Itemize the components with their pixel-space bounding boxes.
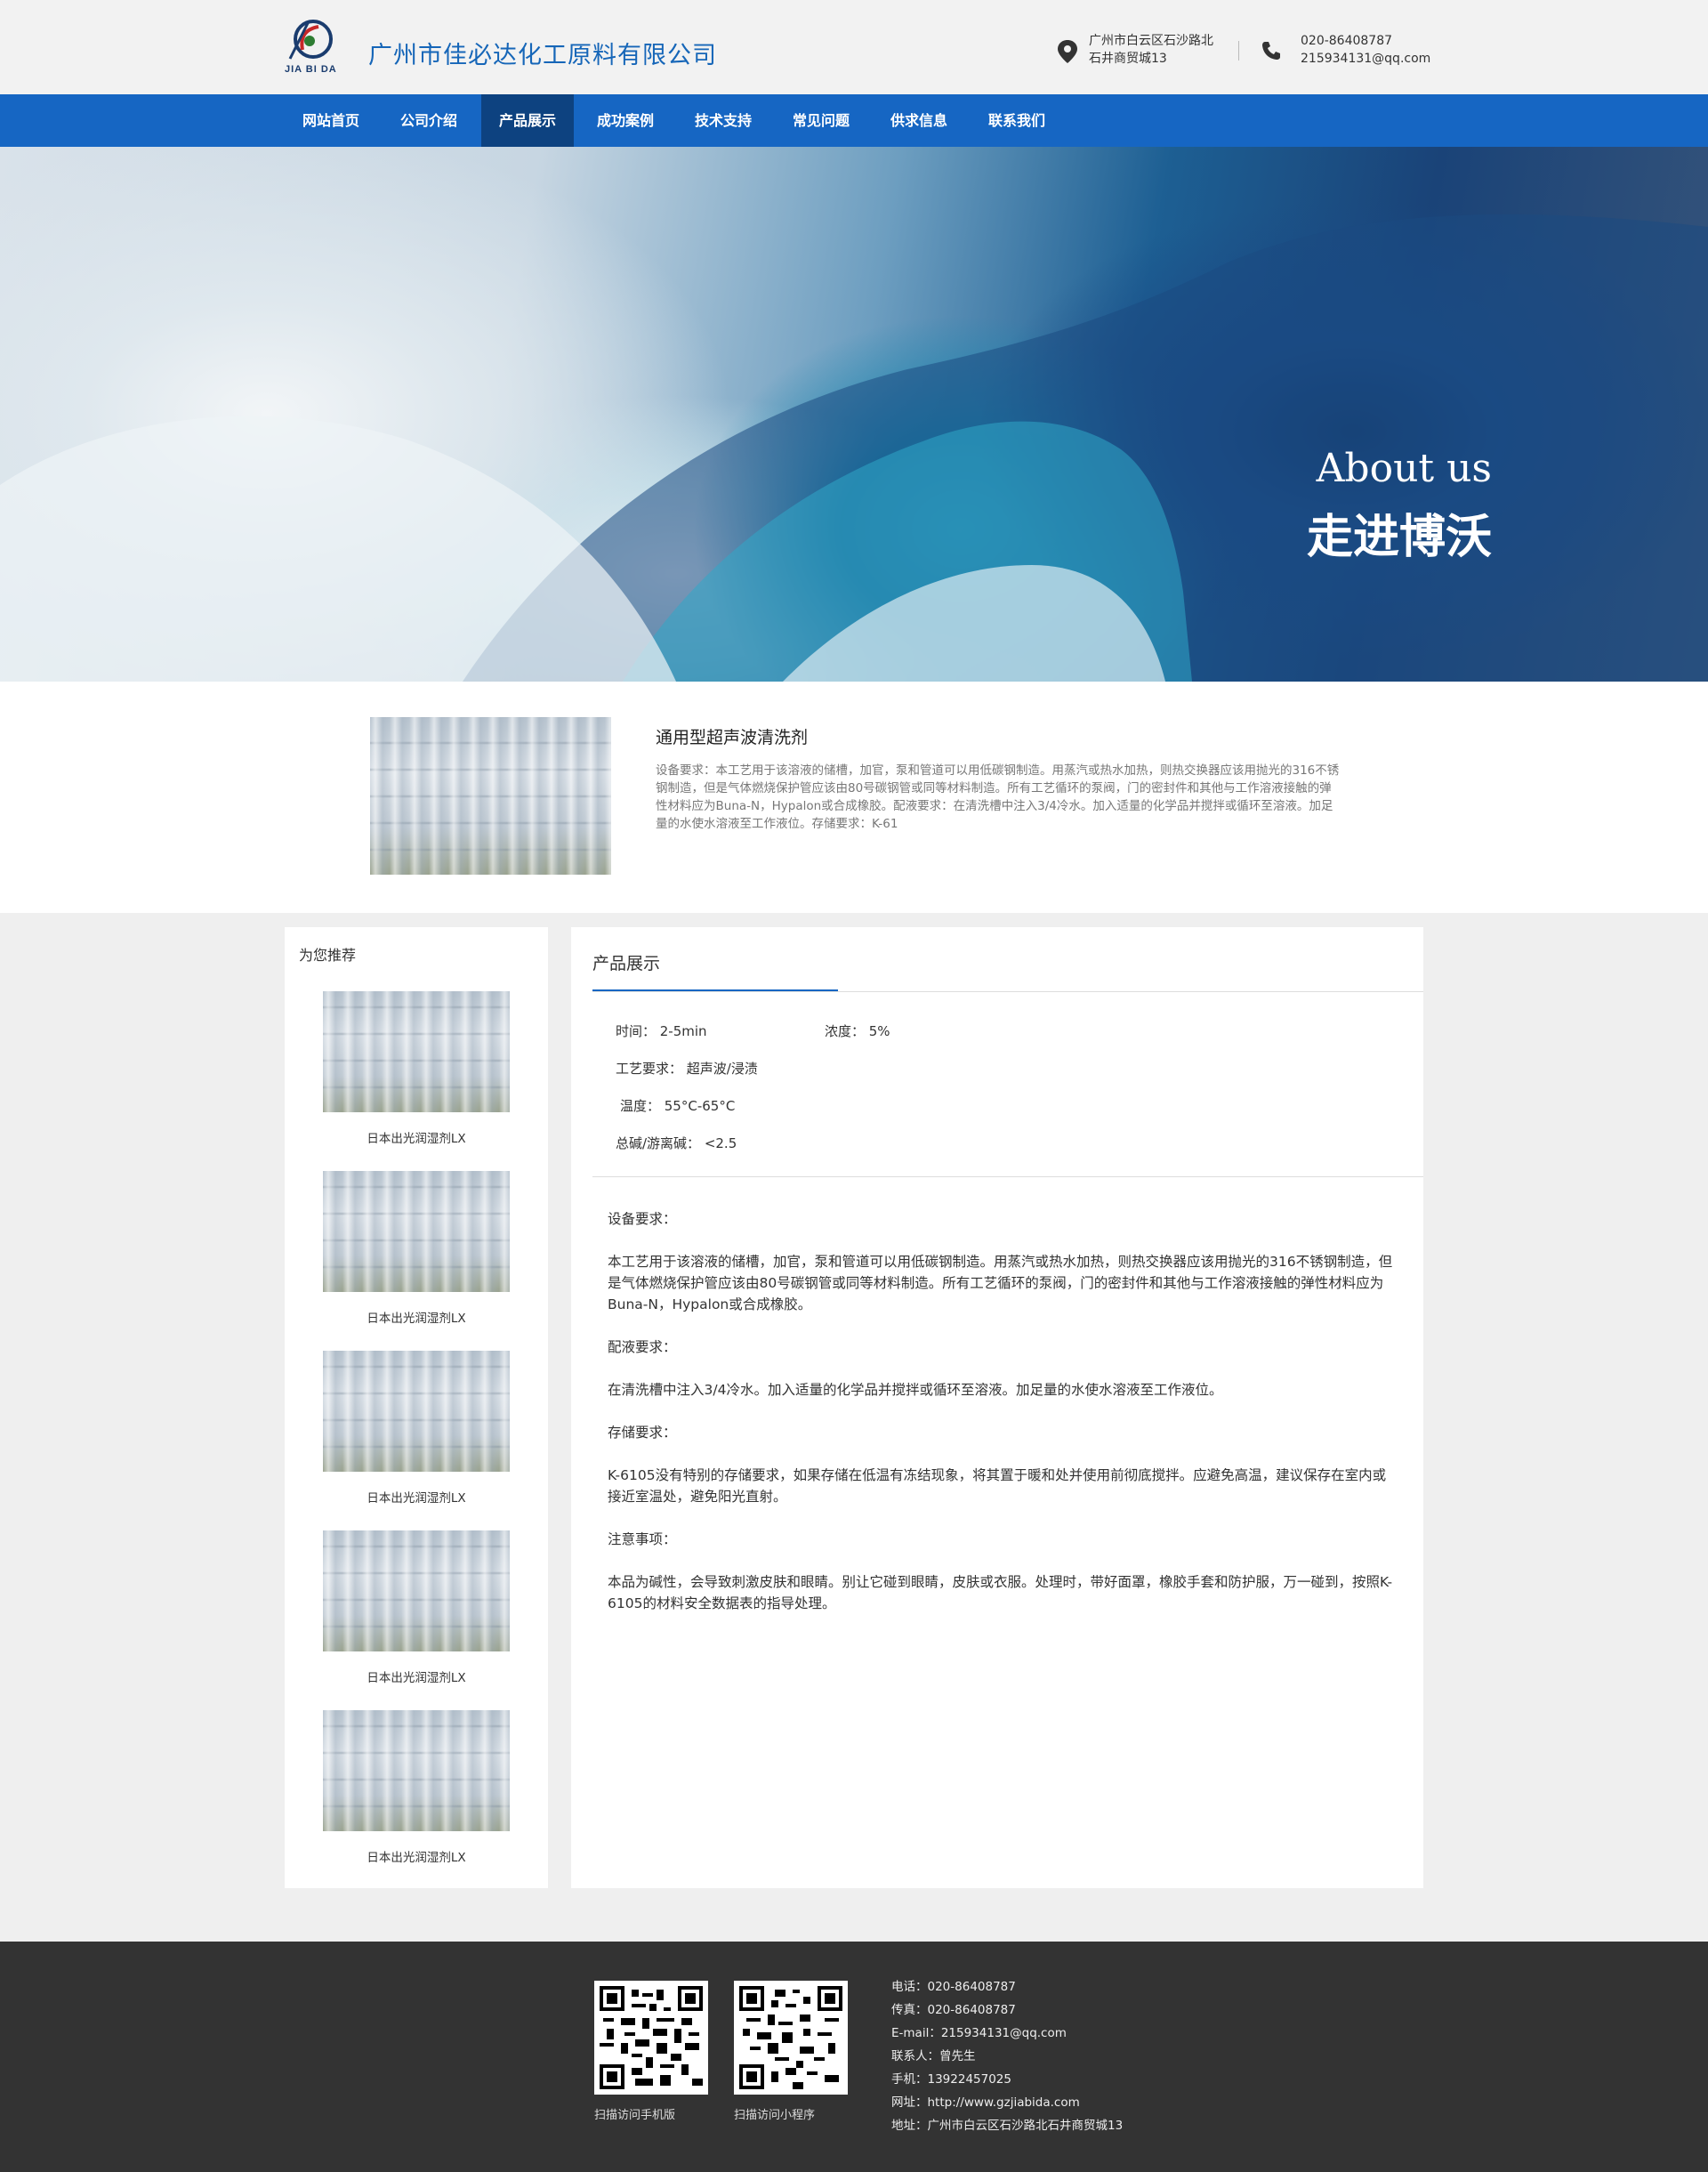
recommend-item-label[interactable]: 日本出光润湿剂LX xyxy=(323,1128,510,1146)
product-description: 设备要求：本工艺用于该溶液的储槽，加官，泵和管道可以用低碳钢制造。用蒸汽或热水加… xyxy=(656,763,1340,831)
section-body: 在清洗槽中注入3/4冷水。加入适量的化学品并搅拌或循环至溶液。加足量的水使水溶液… xyxy=(608,1382,1223,1398)
divider xyxy=(592,991,1423,992)
product-title: 通用型超声波清洗剂 xyxy=(656,728,809,747)
footer-website[interactable]: 网址：http://www.gzjiabida.com xyxy=(891,2091,1123,2114)
recommend-item-image[interactable] xyxy=(323,1710,510,1831)
recommend-item-image[interactable] xyxy=(323,991,510,1112)
nav-contact[interactable]: 联系我们 xyxy=(971,94,1063,147)
header-email: 215934131@qq.com xyxy=(1301,52,1431,66)
recommend-item[interactable]: 日本出光润湿剂LX xyxy=(323,1171,510,1326)
qr-mobile-label: 扫描访问手机版 xyxy=(594,2109,676,2122)
recommend-item[interactable]: 日本出光润湿剂LX xyxy=(323,1710,510,1865)
section-body: 本品为碱性，会导致刺激皮肤和眼睛。别让它碰到眼睛，皮肤或衣服。处理时，带好面罩，… xyxy=(608,1574,1393,1611)
header-phone: 020-86408787 xyxy=(1301,34,1393,48)
nav-tech-support[interactable]: 技术支持 xyxy=(677,94,769,147)
sidebar-title: 为您推荐 xyxy=(299,947,357,964)
product-intro: 通用型超声波清洗剂 设备要求：本工艺用于该溶液的储槽，加官，泵和管道可以用低碳钢… xyxy=(0,682,1708,913)
qr-code-icon xyxy=(594,1981,708,2095)
spec-temperature: 温度： 55°C-65°C xyxy=(620,1098,736,1114)
footer-fax: 传真：020-86408787 xyxy=(891,2003,1016,2017)
logo-text: JIA BI DA xyxy=(285,64,337,75)
product-detail: 产品展示 时间： 2-5min 浓度： 5% 工艺要求： 超声波/浸渍 温度： … xyxy=(571,927,1423,1888)
section-title: 产品展示 xyxy=(592,954,661,973)
section-heading: 存储要求： xyxy=(608,1425,677,1441)
nav-cases[interactable]: 成功案例 xyxy=(579,94,672,147)
banner-title-cn: 走进博沃 xyxy=(1306,511,1492,564)
footer-contact-person: 联系人：曾先生 xyxy=(891,2049,976,2063)
address: 广州市白云区石沙路北 石井商贸城13 xyxy=(1089,32,1213,68)
recommend-item[interactable]: 日本出光润湿剂LX xyxy=(323,1530,510,1685)
recommend-item-label[interactable]: 日本出光润湿剂LX xyxy=(323,1308,510,1326)
site-footer: 扫描访问手机版 扫描访问小程序 电话：020-86408787 传真：020-8… xyxy=(0,1942,1708,2172)
qr-code-icon xyxy=(734,1981,848,2095)
address-line-1: 广州市白云区石沙路北 xyxy=(1089,34,1213,48)
nav-home[interactable]: 网站首页 xyxy=(285,94,377,147)
main-nav: 网站首页 公司介绍 产品展示 成功案例 技术支持 常见问题 供求信息 联系我们 xyxy=(0,94,1708,147)
recommend-item[interactable]: 日本出光润湿剂LX xyxy=(323,1351,510,1506)
qr-code-mobile xyxy=(600,1986,703,2089)
header-divider xyxy=(1238,41,1239,61)
qr-code-miniprogram xyxy=(739,1986,842,2089)
recommend-item-label[interactable]: 日本出光润湿剂LX xyxy=(323,1488,510,1506)
phone-icon xyxy=(1262,42,1280,60)
contact-info: 020-86408787 215934131@qq.com xyxy=(1301,32,1430,68)
recommend-item-label[interactable]: 日本出光润湿剂LX xyxy=(323,1667,510,1685)
recommend-item-label[interactable]: 日本出光润湿剂LX xyxy=(323,1847,510,1865)
spec-time: 时间： 2-5min xyxy=(616,1023,707,1039)
footer-address: 地址：广州市白云区石沙路北石井商贸城13 xyxy=(891,2119,1124,2133)
banner-title-en: About us xyxy=(1316,446,1492,491)
spec-alkali: 总碱/游离碱： <2.5 xyxy=(616,1135,737,1151)
recommend-item[interactable]: 日本出光润湿剂LX xyxy=(323,991,510,1146)
footer-email[interactable]: E-mail：215934131@qq.com xyxy=(891,2022,1123,2045)
nav-products[interactable]: 产品展示 xyxy=(481,94,574,147)
recommend-item-image[interactable] xyxy=(323,1351,510,1472)
section-heading: 设备要求： xyxy=(608,1211,677,1227)
site-header: JIA BI DA 广州市佳必达化工原料有限公司 广州市白云区石沙路北 石井商贸… xyxy=(0,0,1708,94)
recommend-item-image[interactable] xyxy=(323,1171,510,1292)
nav-supply-demand[interactable]: 供求信息 xyxy=(873,94,965,147)
section-heading: 注意事项： xyxy=(608,1531,677,1547)
company-name[interactable]: 广州市佳必达化工原料有限公司 xyxy=(368,36,717,70)
section-heading: 配液要求： xyxy=(608,1339,677,1355)
recommend-sidebar: 为您推荐 日本出光润湿剂LX 日本出光润湿剂LX 日本出光润湿剂LX 日本出光润… xyxy=(285,927,548,1888)
location-pin-icon xyxy=(1058,40,1077,63)
nav-faq[interactable]: 常见问题 xyxy=(775,94,867,147)
footer-mobile: 手机：13922457025 xyxy=(891,2072,1011,2087)
spec-concentration: 浓度： 5% xyxy=(825,1023,890,1039)
footer-contact-info: 电话：020-86408787 传真：020-86408787 E-mail：2… xyxy=(891,1975,1123,2137)
footer-phone: 电话：020-86408787 xyxy=(891,1980,1016,1994)
section-body: 本工艺用于该溶液的储槽，加官，泵和管道可以用低碳钢制造。用蒸汽或热水加热，则热交… xyxy=(608,1254,1393,1312)
wave-graphic xyxy=(0,214,1708,682)
qr-miniprogram-label: 扫描访问小程序 xyxy=(734,2109,816,2122)
section-body: K-6105没有特别的存储要求，如果存储在低温有冻结现象，将其置于暖和处并使用前… xyxy=(608,1467,1387,1505)
address-line-2: 石井商贸城13 xyxy=(1089,52,1167,66)
product-image xyxy=(370,717,611,875)
hero-banner: About us 走进博沃 xyxy=(0,147,1708,682)
recommend-item-image[interactable] xyxy=(323,1530,510,1651)
divider xyxy=(592,1176,1423,1177)
spec-process: 工艺要求： 超声波/浸渍 xyxy=(616,1061,758,1077)
nav-about[interactable]: 公司介绍 xyxy=(383,94,475,147)
